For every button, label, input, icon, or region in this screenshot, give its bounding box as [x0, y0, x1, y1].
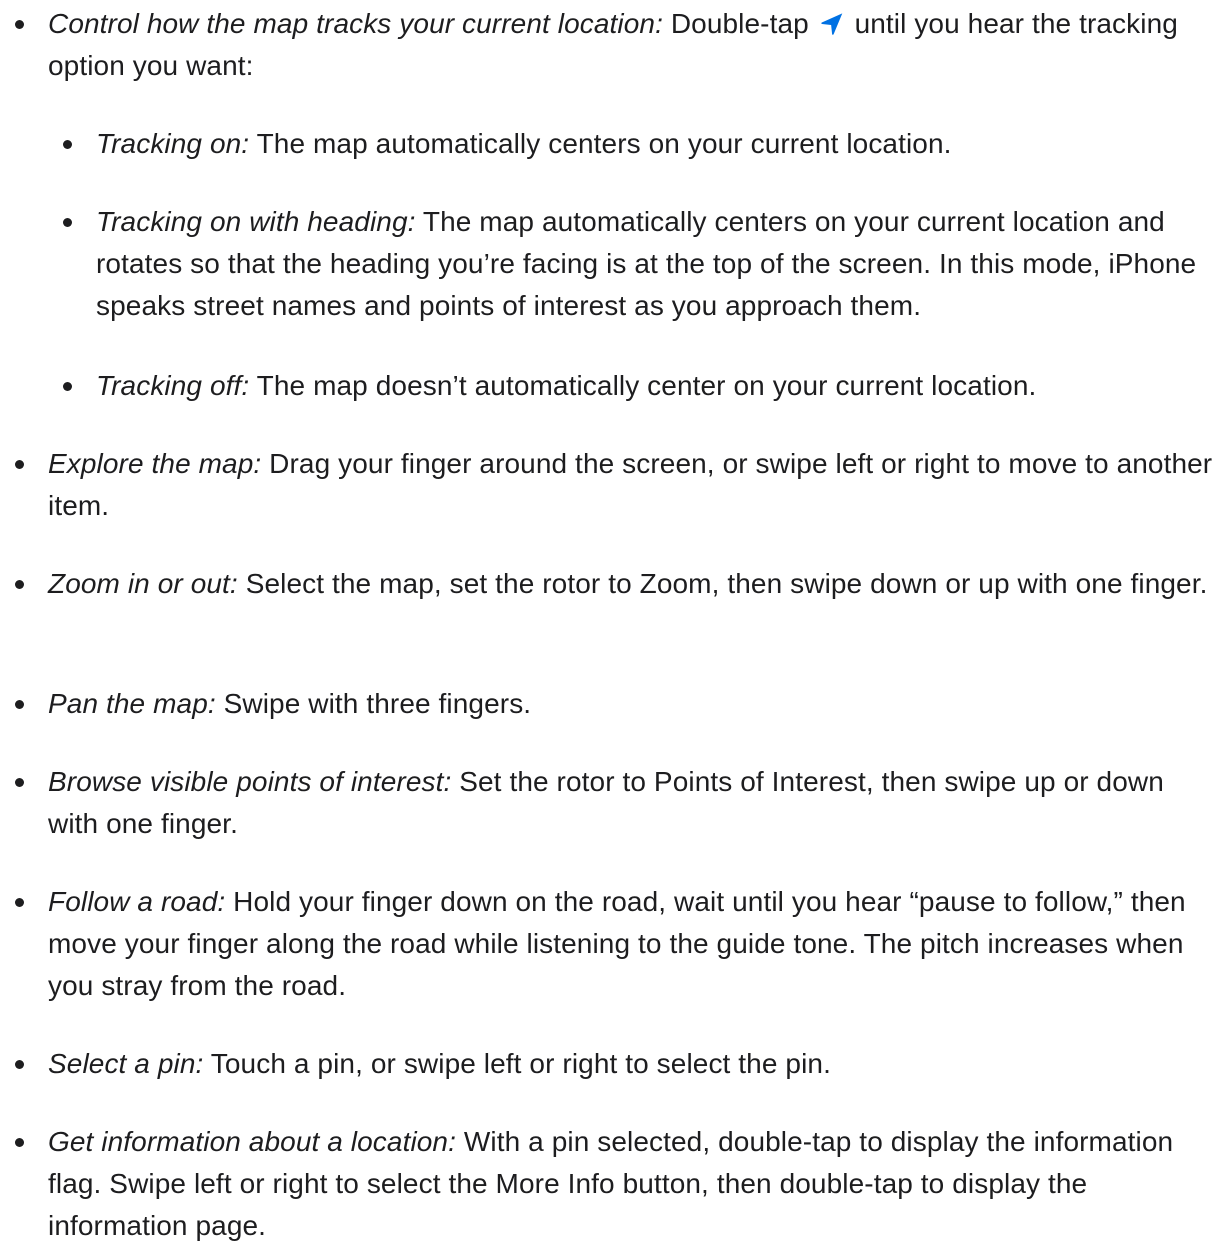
list-item-browse-poi: Browse visible points of interest: Set t…: [15, 761, 1220, 845]
list-item-explore-map: Explore the map: Drag your finger around…: [15, 443, 1220, 527]
bullet-dot: [15, 778, 24, 787]
item-text: Swipe with three fingers.: [215, 688, 532, 719]
location-arrow-icon: [821, 13, 842, 35]
bullet-dot: [15, 1060, 24, 1069]
item-term: Select a pin:: [48, 1048, 204, 1079]
bullet-dot: [63, 140, 72, 149]
item-term: Get information about a location:: [48, 1126, 456, 1157]
item-text: The map automatically centers on your cu…: [249, 128, 952, 159]
sub-item-tracking-off: Tracking off: The map doesn’t automatica…: [63, 365, 1220, 407]
item-text: Select the map, set the rotor to Zoom, t…: [237, 568, 1208, 599]
bullet-dot: [63, 218, 72, 227]
item-text: The map doesn’t automatically center on …: [249, 370, 1037, 401]
bullet-dot: [15, 898, 24, 907]
list-item-location-info: Get information about a location: With a…: [15, 1121, 1220, 1247]
item-term: Explore the map:: [48, 448, 262, 479]
item-text: Touch a pin, or swipe left or right to s…: [203, 1048, 831, 1079]
item-text: Double-tap: [662, 8, 817, 39]
item-term: Follow a road:: [48, 886, 226, 917]
bullet-dot: [15, 460, 24, 469]
list-item-pan-map: Pan the map: Swipe with three fingers.: [15, 683, 1220, 725]
bullet-dot: [15, 1138, 24, 1147]
document-body: Control how the map tracks your current …: [0, 0, 1226, 1241]
item-term: Control how the map tracks your current …: [48, 8, 663, 39]
list-item-control-tracking: Control how the map tracks your current …: [15, 3, 1220, 87]
bullet-dot: [15, 580, 24, 589]
sub-item-tracking-on: Tracking on: The map automatically cente…: [63, 123, 1220, 165]
list-item-select-pin: Select a pin: Touch a pin, or swipe left…: [15, 1043, 1220, 1085]
sub-item-tracking-heading: Tracking on with heading: The map automa…: [63, 201, 1220, 327]
item-term: Tracking on with heading:: [96, 206, 416, 237]
item-term: Tracking on:: [96, 128, 250, 159]
item-term: Tracking off:: [96, 370, 250, 401]
list-item-follow-road: Follow a road: Hold your finger down on …: [15, 881, 1220, 1007]
item-term: Zoom in or out:: [48, 568, 238, 599]
bullet-dot: [15, 700, 24, 709]
bullet-dot: [63, 382, 72, 391]
bullet-dot: [15, 20, 24, 29]
item-term: Pan the map:: [48, 688, 216, 719]
item-term: Browse visible points of interest:: [48, 766, 452, 797]
list-item-zoom: Zoom in or out: Select the map, set the …: [15, 563, 1220, 605]
